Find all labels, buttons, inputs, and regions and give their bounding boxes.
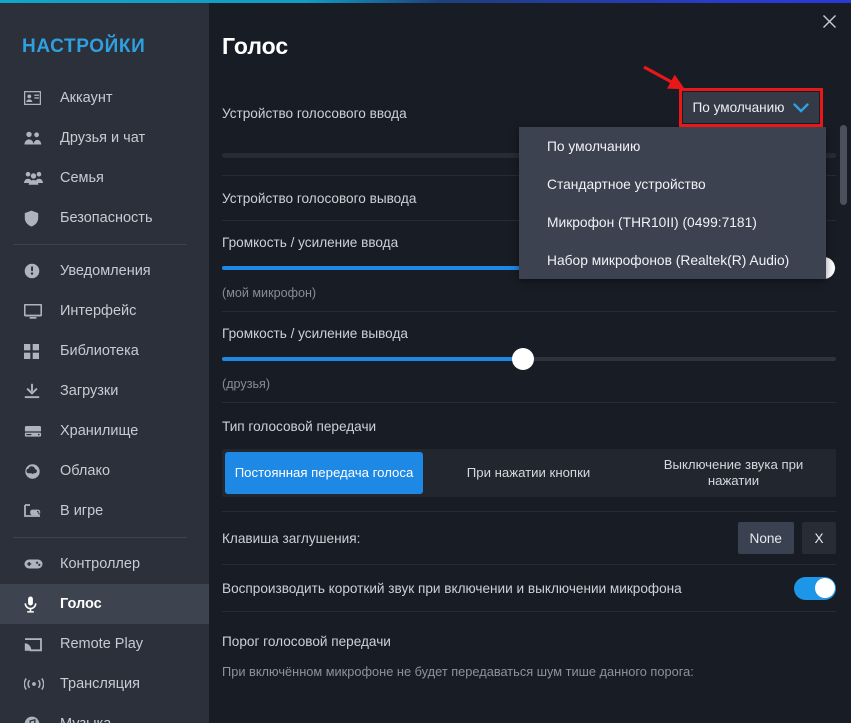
- input-volume-caption: (мой микрофон): [222, 286, 317, 300]
- input-device-dropdown-button[interactable]: По умолчанию: [683, 92, 819, 123]
- output-volume-row: Громкость / усиление вывода (друзья): [222, 312, 836, 403]
- sidebar-item-5[interactable]: Интерфейс: [0, 291, 209, 331]
- broadcast-icon: [24, 674, 50, 694]
- sidebar-item-6[interactable]: Библиотека: [0, 331, 209, 371]
- in-game-icon: [24, 501, 50, 521]
- sidebar-item-label: Облако: [60, 463, 111, 479]
- output-device-label: Устройство голосового вывода: [222, 190, 417, 206]
- settings-window: НАСТРОЙКИ Аккаунт Друзья и чат Семья Безопа…: [0, 0, 851, 723]
- dropdown-item-0[interactable]: По умолчанию: [519, 127, 826, 165]
- shield-icon: [24, 208, 50, 228]
- sidebar-title: НАСТРОЙКИ: [22, 36, 146, 57]
- sidebar-item-label: Друзья и чат: [60, 130, 146, 146]
- sidebar-item-label: Хранилище: [60, 423, 139, 439]
- sidebar-separator: [13, 537, 187, 538]
- sidebar-item-14[interactable]: Трансляция: [0, 664, 209, 704]
- transmission-option-1[interactable]: При нажатии кнопки: [426, 449, 631, 497]
- sidebar-item-label: Музыка: [60, 716, 111, 723]
- sidebar-item-label: Библиотека: [60, 343, 139, 359]
- download-icon: [24, 381, 50, 401]
- sidebar-nav: Аккаунт Друзья и чат Семья Безопасность Увед…: [0, 78, 209, 723]
- cloud-icon: [24, 461, 50, 481]
- sidebar-item-label: Голос: [60, 596, 102, 612]
- threshold-block: Порог голосовой передачи При включённом …: [222, 612, 836, 679]
- mute-key-value-button[interactable]: None: [737, 522, 794, 554]
- toggle-knob: [814, 578, 835, 598]
- sidebar-item-11[interactable]: Контроллер: [0, 544, 209, 584]
- page-title: Голос: [222, 33, 289, 59]
- dropdown-item-3[interactable]: Набор микрофонов (Realtek(R) Audio): [519, 241, 826, 279]
- mute-key-row: Клавиша заглушения: None X: [222, 512, 836, 565]
- sidebar-item-label: Аккаунт: [60, 90, 113, 106]
- id-card-icon: [24, 88, 50, 108]
- sidebar-item-label: Семья: [60, 170, 104, 186]
- sidebar-item-label: Безопасность: [60, 210, 153, 226]
- sidebar-item-label: Трансляция: [60, 676, 140, 692]
- input-device-label: Устройство голосового ввода: [222, 105, 407, 121]
- family-icon: [24, 168, 50, 188]
- close-icon[interactable]: [817, 9, 841, 33]
- grid-icon: [24, 341, 50, 361]
- microphone-icon: [24, 594, 50, 614]
- sidebar-item-0[interactable]: Аккаунт: [0, 78, 209, 118]
- cast-icon: [24, 634, 50, 654]
- transmission-type-row: Тип голосовой передачи Постоянная переда…: [222, 403, 836, 512]
- transmission-type-label: Тип голосовой передачи: [222, 419, 377, 434]
- two-people-icon: [24, 128, 50, 148]
- music-icon: [24, 714, 50, 723]
- monitor-icon: [24, 301, 50, 321]
- sidebar-item-9[interactable]: Облако: [0, 451, 209, 491]
- sidebar-item-label: Уведомления: [60, 263, 151, 279]
- bell-icon: [24, 261, 50, 281]
- sidebar-item-12[interactable]: Голос: [0, 584, 209, 624]
- sidebar-item-13[interactable]: Remote Play: [0, 624, 209, 664]
- chevron-down-icon: [793, 102, 810, 113]
- output-volume-slider[interactable]: [222, 348, 836, 370]
- mute-key-clear-button[interactable]: X: [802, 522, 836, 554]
- transmission-option-2[interactable]: Выключение звука при нажатии: [631, 449, 836, 497]
- sidebar-item-3[interactable]: Безопасность: [0, 198, 209, 238]
- sidebar-item-7[interactable]: Загрузки: [0, 371, 209, 411]
- sidebar-item-4[interactable]: Уведомления: [0, 251, 209, 291]
- sidebar-item-2[interactable]: Семья: [0, 158, 209, 198]
- threshold-title: Порог голосовой передачи: [222, 634, 391, 649]
- sidebar-item-label: В игре: [60, 503, 104, 519]
- play-sound-toggle[interactable]: [794, 576, 836, 600]
- sidebar-item-1[interactable]: Друзья и чат: [0, 118, 209, 158]
- threshold-description: При включённом микрофоне не будет переда…: [222, 664, 694, 679]
- scrollbar-thumb[interactable]: [840, 125, 847, 205]
- input-device-dropdown-menu[interactable]: По умолчанию Стандартное устройство Микроф…: [519, 127, 826, 279]
- sidebar-item-10[interactable]: В игре: [0, 491, 209, 531]
- transmission-option-0[interactable]: Постоянная передача голоса: [225, 452, 423, 494]
- drive-icon: [24, 421, 50, 441]
- settings-sidebar: НАСТРОЙКИ Аккаунт Друзья и чат Семья Безопа…: [0, 3, 209, 723]
- sidebar-item-label: Remote Play: [60, 636, 144, 652]
- transmission-type-group: Постоянная передача голоса При нажатии кн…: [222, 449, 836, 497]
- output-volume-fill: [222, 357, 523, 361]
- mute-key-controls: None X: [737, 522, 836, 554]
- sidebar-separator: [13, 244, 187, 245]
- mute-key-label: Клавиша заглушения:: [222, 530, 361, 546]
- sidebar-item-15[interactable]: Музыка: [0, 704, 209, 723]
- play-sound-label: Воспроизводить короткий звук при включен…: [222, 580, 682, 596]
- sidebar-item-label: Интерфейс: [60, 303, 137, 319]
- scrollbar-track[interactable]: [840, 63, 849, 718]
- sidebar-item-8[interactable]: Хранилище: [0, 411, 209, 451]
- input-device-selected-value: По умолчанию: [692, 100, 785, 115]
- sidebar-item-label: Контроллер: [60, 556, 141, 572]
- dropdown-item-2[interactable]: Микрофон (THR10II) (0499:7181): [519, 203, 826, 241]
- output-volume-knob[interactable]: [511, 348, 534, 370]
- gamepad-icon: [24, 554, 50, 574]
- sidebar-item-label: Загрузки: [60, 383, 119, 399]
- output-volume-caption: (друзья): [222, 377, 271, 391]
- output-volume-label: Громкость / усиление вывода: [222, 326, 408, 341]
- play-sound-row: Воспроизводить короткий звук при включен…: [222, 565, 836, 612]
- dropdown-item-1[interactable]: Стандартное устройство: [519, 165, 826, 203]
